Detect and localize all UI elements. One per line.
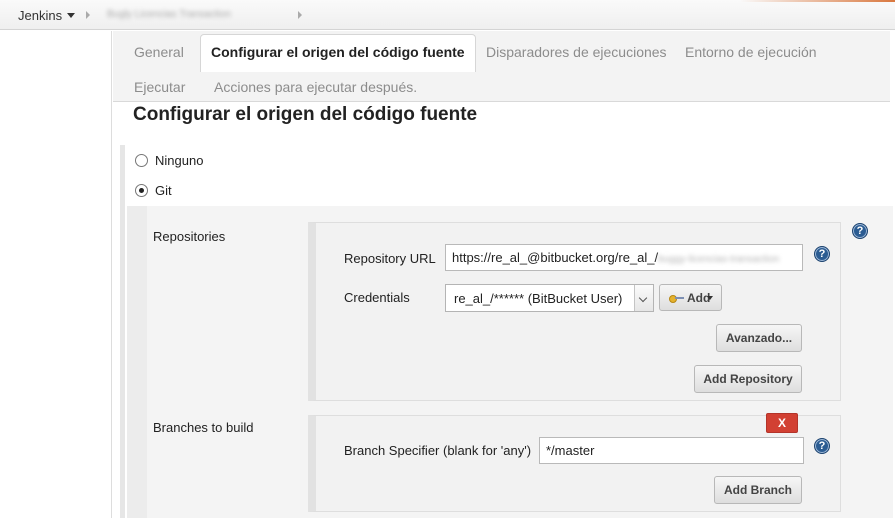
credentials-select[interactable]: re_al_/****** (BitBucket User) <box>445 284 654 312</box>
config-tabs: General Configurar el origen del código … <box>113 31 890 102</box>
breadcrumb-project[interactable]: Bugly Licencias Transaction <box>107 9 282 21</box>
side-panel <box>0 31 112 518</box>
repository-url-input[interactable]: https://re_al_@bitbucket.org/re_al_/bugg… <box>445 244 803 271</box>
section-title: Configurar el origen del código fuente <box>133 104 478 125</box>
repository-url-label: Repository URL <box>344 251 436 266</box>
radio-git[interactable] <box>135 184 148 197</box>
breadcrumb-separator-icon <box>86 11 90 19</box>
advanced-button[interactable]: Avanzado... <box>716 324 802 352</box>
radio-none[interactable] <box>135 154 148 167</box>
chevron-down-icon[interactable] <box>634 285 653 311</box>
radio-git-label: Git <box>155 183 172 198</box>
credentials-label: Credentials <box>344 290 410 305</box>
tab-build-environment[interactable]: Entorno de ejecución <box>685 44 817 60</box>
repository-url-hidden: buggy-licencias-transaction <box>658 254 780 265</box>
repository-url-value: https://re_al_@bitbucket.org/re_al_/ <box>452 250 659 265</box>
chevron-down-icon[interactable] <box>67 13 76 18</box>
header-accent-line <box>740 0 895 2</box>
credentials-value: re_al_/****** (BitBucket User) <box>454 291 623 306</box>
branch-specifier-input[interactable]: */master <box>539 437 804 464</box>
help-icon[interactable]: ? <box>852 223 868 239</box>
breadcrumb: Jenkins Bugly Licencias Transaction <box>0 0 895 30</box>
scm-option-none[interactable]: Ninguno <box>135 153 203 168</box>
tab-build[interactable]: Ejecutar <box>134 79 185 95</box>
delete-branch-button[interactable]: X <box>766 413 798 433</box>
branches-label: Branches to build <box>153 420 254 435</box>
tab-general[interactable]: General <box>134 44 184 60</box>
repositories-label: Repositories <box>153 229 226 244</box>
breadcrumb-separator-icon <box>298 11 302 19</box>
tab-post-build[interactable]: Acciones para ejecutar después. <box>214 79 417 95</box>
tab-build-triggers[interactable]: Disparadores de ejecuciones <box>486 44 667 60</box>
add-repository-button[interactable]: Add Repository <box>694 365 802 393</box>
add-credentials-button[interactable]: Add <box>659 284 722 311</box>
add-branch-button[interactable]: Add Branch <box>714 476 802 504</box>
radio-none-label: Ninguno <box>155 153 204 168</box>
section-indent-bar <box>120 145 125 518</box>
git-indent-bar <box>127 206 147 518</box>
help-icon[interactable]: ? <box>814 438 830 454</box>
breadcrumb-jenkins[interactable]: Jenkins <box>18 8 76 23</box>
caret-down-icon <box>707 296 713 300</box>
scm-option-git[interactable]: Git <box>135 183 172 198</box>
branch-specifier-label: Branch Specifier (blank for 'any') <box>344 443 532 458</box>
key-icon <box>669 294 684 303</box>
help-icon[interactable]: ? <box>814 246 830 262</box>
tab-source-code[interactable]: Configurar el origen del código fuente <box>200 34 476 72</box>
breadcrumb-jenkins-label: Jenkins <box>18 8 63 23</box>
